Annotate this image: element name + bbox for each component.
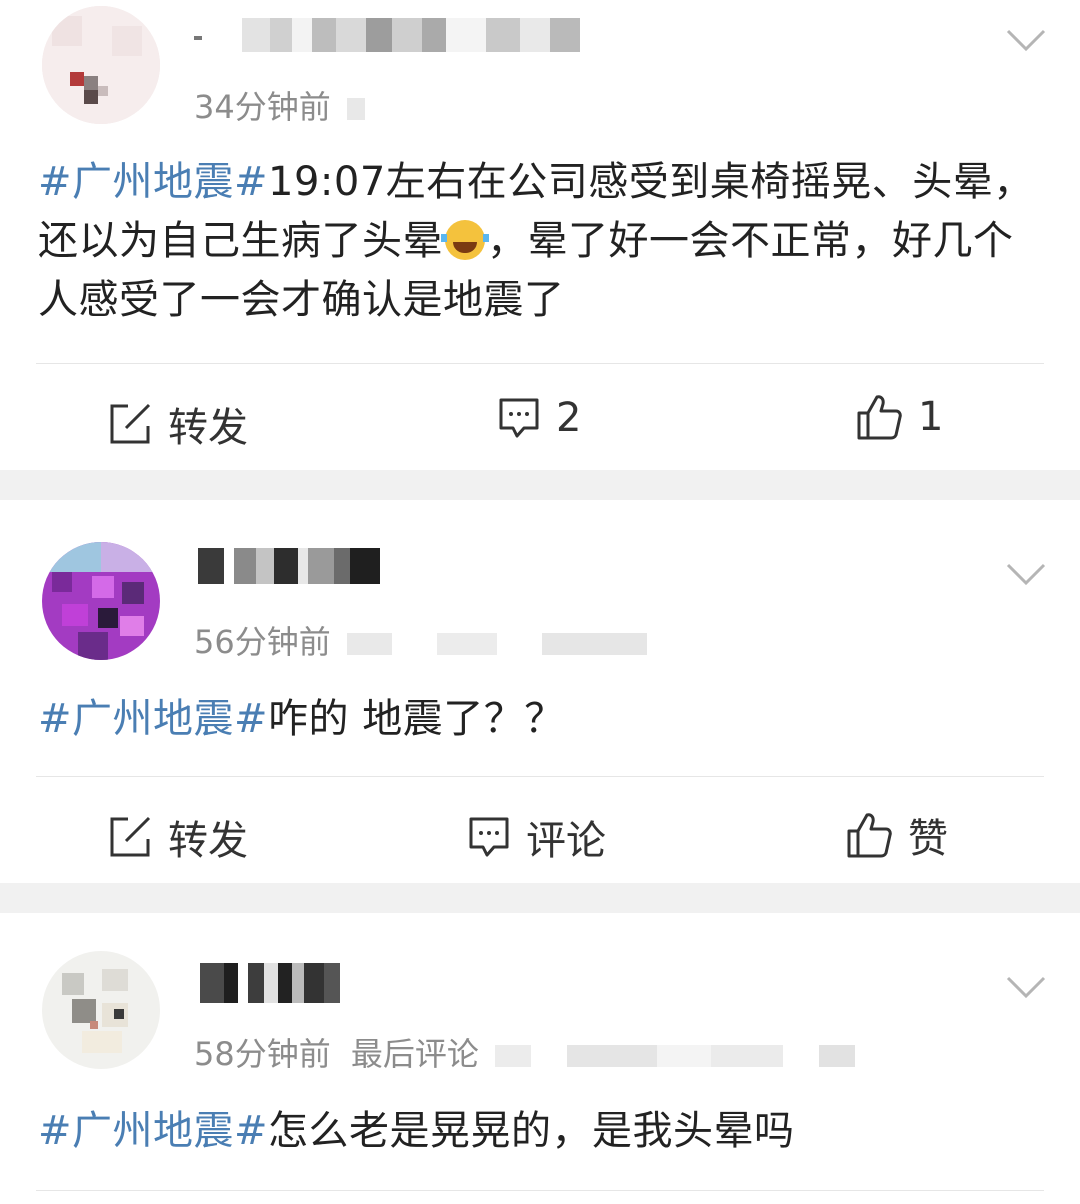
laughing-crying-emoji-icon [441, 220, 489, 260]
like-label: 赞 [908, 816, 948, 862]
post-card: 56分钟前 #广州地震#咋的 地震了？？ 转发 评论 赞 [0, 500, 1080, 883]
repost-button[interactable]: 转发 [108, 395, 248, 453]
repost-button[interactable]: 转发 [108, 808, 248, 866]
time-label: 34分钟前 [194, 88, 331, 126]
post-card: 34分钟前 #广州地震#19:07左右在公司感受到桌椅摇晃、头晕，还以为自己生病… [0, 0, 1080, 470]
avatar[interactable] [42, 6, 160, 124]
username-mosaic[interactable] [200, 963, 340, 1003]
comment-icon [469, 817, 509, 857]
post-text: 咋的 地震了？？ [268, 696, 565, 742]
avatar-mosaic [42, 542, 160, 660]
post-time: 58分钟前 最后评论 [194, 1029, 855, 1075]
username-mosaic[interactable] [194, 18, 580, 52]
avatar-mosaic [42, 6, 160, 124]
time-label: 56分钟前 [194, 623, 331, 661]
post-content: #广州地震#咋的 地震了？？ [38, 690, 1048, 749]
post-separator [0, 883, 1080, 913]
like-button[interactable]: 赞 [846, 806, 948, 864]
avatar-mosaic [42, 951, 160, 1069]
time-label: 58分钟前 [194, 1035, 331, 1073]
last-comment-label: 最后评论 [350, 1035, 479, 1073]
source-mosaic [346, 633, 647, 655]
hashtag-link[interactable]: #广州地震# [38, 1108, 268, 1154]
post-content: #广州地震#怎么老是晃晃的，是我头晕吗 [38, 1102, 1048, 1161]
chevron-down-icon[interactable] [1006, 975, 1046, 999]
hashtag-link[interactable]: #广州地震# [38, 696, 268, 742]
hashtag-link[interactable]: #广州地震# [38, 159, 268, 205]
source-mosaic [494, 1045, 855, 1067]
divider [36, 776, 1044, 777]
share-edit-icon [110, 403, 151, 444]
post-content: #广州地震#19:07左右在公司感受到桌椅摇晃、头晕，还以为自己生病了头晕 ，晕了… [38, 153, 1048, 330]
thumbs-up-icon [847, 813, 892, 858]
share-edit-icon [110, 816, 151, 857]
source-mosaic [346, 98, 365, 120]
comment-label: 评论 [526, 818, 606, 864]
post-text: 怎么老是晃晃的，是我头晕吗 [268, 1108, 795, 1154]
comment-icon [499, 398, 539, 438]
post-time: 56分钟前 [194, 617, 647, 663]
like-count: 1 [918, 394, 944, 440]
chevron-down-icon[interactable] [1006, 562, 1046, 586]
avatar[interactable] [42, 542, 160, 660]
post-time: 34分钟前 [194, 82, 365, 128]
comment-button[interactable]: 评论 [468, 808, 606, 866]
repost-label: 转发 [168, 405, 248, 451]
username-mosaic[interactable] [198, 548, 380, 584]
comment-button[interactable]: 2 [498, 395, 581, 441]
post-separator [0, 470, 1080, 500]
avatar[interactable] [42, 951, 160, 1069]
repost-label: 转发 [168, 818, 248, 864]
chevron-down-icon[interactable] [1006, 28, 1046, 52]
like-button[interactable]: 1 [856, 393, 943, 441]
divider [36, 1190, 1044, 1191]
divider [36, 363, 1044, 364]
thumbs-up-icon [857, 395, 902, 440]
post-card: 58分钟前 最后评论 #广州地震#怎么老是晃晃的，是我头晕吗 [0, 913, 1080, 1204]
comment-count: 2 [556, 395, 582, 441]
